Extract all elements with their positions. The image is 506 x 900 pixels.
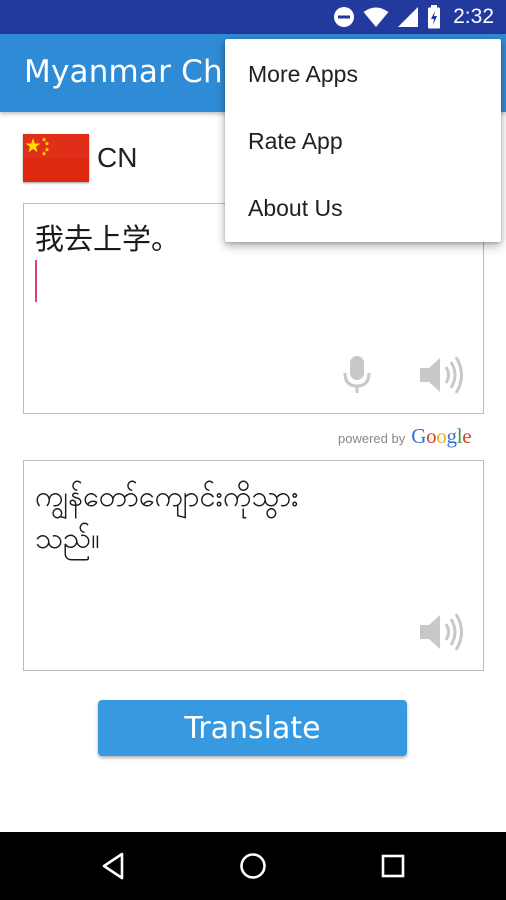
text-cursor [35,260,37,302]
status-time: 2:32 [453,5,494,28]
speaker-icon[interactable] [418,354,468,396]
powered-by-label: powered by [338,431,406,446]
microphone-icon[interactable] [342,354,372,396]
china-flag-icon [23,134,89,182]
cell-signal-icon [397,5,419,29]
navigation-bar [0,832,506,900]
powered-by-google: powered by Google [338,424,472,449]
status-bar: 2:32 [0,0,506,34]
home-icon[interactable] [237,850,269,882]
wifi-icon [363,5,389,29]
source-language-code: CN [97,142,138,173]
translate-button[interactable]: Translate [98,700,407,756]
output-text-area: ကျွန်တော်ကျောင်းကိုသွား သည်။ [23,460,484,671]
output-speaker-icon[interactable] [418,611,468,653]
recents-icon[interactable] [377,850,409,882]
overflow-menu: More Apps Rate App About Us [225,39,501,242]
menu-item-about-us[interactable]: About Us [225,175,501,242]
back-icon[interactable] [98,850,130,882]
output-text: ကျွန်တော်ကျောင်းကိုသွား သည်။ [35,475,472,559]
menu-item-rate-app[interactable]: Rate App [225,108,501,175]
google-logo: Google [411,424,472,448]
do-not-disturb-icon [333,5,355,29]
output-text-line1: ကျွန်တော်ကျောင်းကိုသွား [35,479,299,513]
source-language-selector[interactable]: CN [23,134,137,182]
menu-item-more-apps[interactable]: More Apps [225,41,501,108]
output-text-line2: သည်။ [35,521,100,555]
battery-charging-icon [427,5,441,29]
